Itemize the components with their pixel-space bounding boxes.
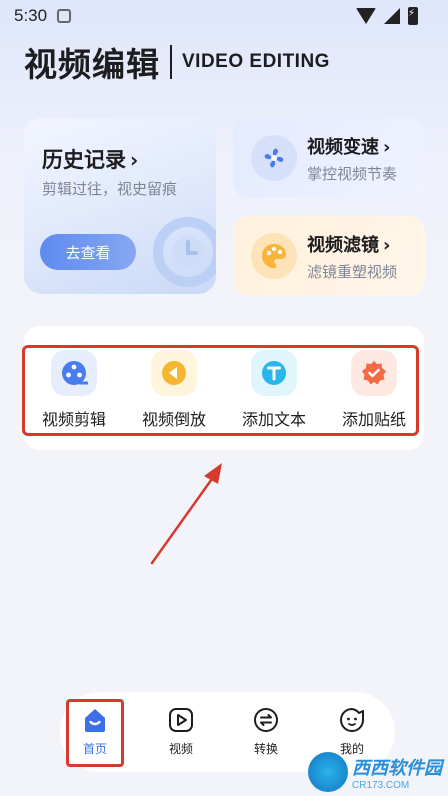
- tab-convert[interactable]: 转换: [236, 706, 296, 757]
- history-subtitle: 剪辑过往，视史留痕: [42, 180, 178, 198]
- clock-icon: [153, 217, 216, 287]
- filter-card[interactable]: 视频滤镜 › 滤镜重塑视频: [233, 216, 425, 296]
- page-title-en: VIDEO EDITING: [182, 51, 330, 72]
- history-card[interactable]: 历史记录 › 剪辑过往，视史留痕 去查看: [24, 118, 216, 294]
- page-title: 视频编辑: [24, 45, 160, 84]
- watermark-logo-icon: [308, 752, 348, 792]
- fan-icon: [251, 135, 297, 181]
- title-divider: [170, 45, 172, 79]
- tab-profile[interactable]: 我的: [322, 706, 382, 757]
- profile-icon: [338, 706, 366, 734]
- watermark: 西西软件园 CR173.COM: [308, 752, 442, 792]
- signal-icon: [384, 8, 400, 24]
- status-indicators: [356, 7, 418, 25]
- history-title: 历史记录 ›: [42, 148, 139, 172]
- chevron-right-icon: ›: [130, 148, 139, 172]
- tab-label: 视频: [168, 742, 193, 756]
- ticket-edge: [24, 118, 216, 128]
- tab-label: 转换: [253, 742, 278, 756]
- speed-card[interactable]: 视频变速 › 掌控视频节奏: [233, 118, 425, 198]
- status-bar: 5:30: [0, 0, 448, 32]
- page-header: 视频编辑 VIDEO EDITING: [24, 38, 330, 86]
- filter-subtitle: 滤镜重塑视频: [307, 262, 398, 281]
- watermark-subtext: CR173.COM: [352, 779, 410, 791]
- tab-video[interactable]: 视频: [151, 706, 211, 757]
- convert-icon: [252, 706, 280, 734]
- chevron-right-icon: ›: [383, 234, 391, 256]
- speed-title: 视频变速 ›: [307, 136, 391, 158]
- view-history-button[interactable]: 去查看: [40, 234, 136, 270]
- speed-subtitle: 掌控视频节奏: [307, 164, 398, 183]
- wifi-icon: [356, 8, 376, 24]
- watermark-text: 西西软件园: [352, 757, 442, 779]
- notification-icon: [57, 9, 72, 23]
- play-icon: [167, 706, 195, 734]
- palette-icon: [251, 233, 297, 279]
- annotation-highlight-box: [66, 699, 124, 767]
- battery-icon: [408, 7, 418, 25]
- chevron-right-icon: ›: [383, 136, 391, 158]
- filter-title: 视频滤镜 ›: [307, 234, 391, 256]
- status-time: 5:30: [14, 6, 48, 25]
- annotation-highlight-box: [22, 345, 419, 436]
